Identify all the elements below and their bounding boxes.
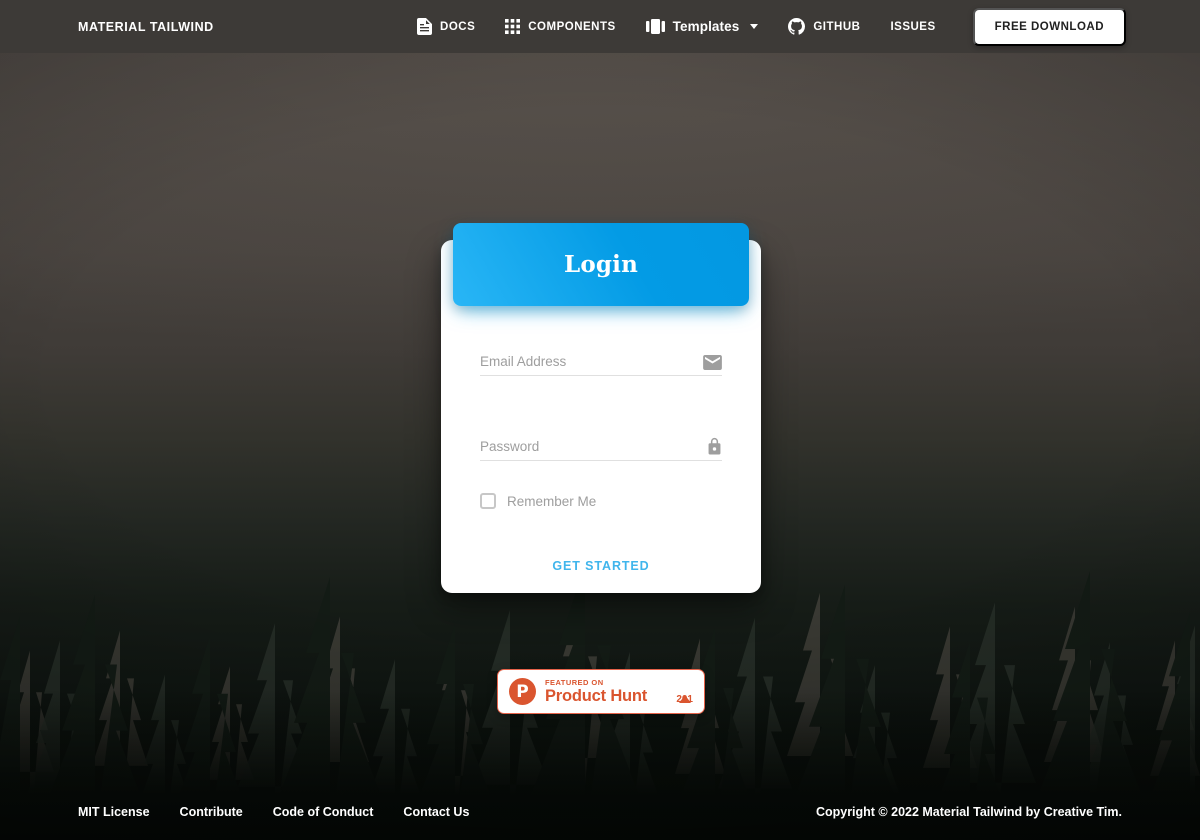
brand-logo[interactable]: MATERIAL TAILWIND [78, 20, 214, 34]
carousel-icon [645, 19, 665, 34]
footer-link-contact-us[interactable]: Contact Us [403, 805, 469, 819]
nav-item-label: ISSUES [890, 20, 936, 33]
remember-me-row[interactable]: Remember Me [480, 493, 722, 509]
free-download-button[interactable]: FREE DOWNLOAD [972, 7, 1126, 46]
login-page: MATERIAL TAILWIND DOCS COMPONENTS Templa… [0, 0, 1200, 840]
login-form: Remember Me GET STARTED [441, 312, 761, 579]
login-card: Login Reme [441, 223, 761, 593]
nav-item-docs[interactable]: DOCS [402, 11, 490, 42]
nav-item-issues[interactable]: ISSUES [875, 14, 950, 40]
product-hunt-logo-icon: P [509, 678, 536, 705]
remember-me-label: Remember Me [507, 493, 597, 509]
product-hunt-text: FEATURED ON Product Hunt [545, 677, 648, 705]
nav-item-label: DOCS [440, 20, 476, 33]
top-navbar: MATERIAL TAILWIND DOCS COMPONENTS Templa… [0, 0, 1200, 53]
upvote-count: 201 [676, 693, 693, 705]
nav-item-label: GITHUB [813, 20, 861, 33]
get-started-button[interactable]: GET STARTED [542, 553, 659, 579]
login-card-header: Login [453, 223, 749, 306]
nav-item-github[interactable]: GITHUB [773, 11, 875, 42]
email-field-row [480, 340, 722, 376]
login-submit-row: GET STARTED [480, 553, 722, 579]
remember-me-checkbox[interactable] [480, 493, 496, 509]
footer-copyright: Copyright © 2022 Material Tailwind by Cr… [815, 805, 1122, 819]
product-hunt-votes[interactable]: 201 [676, 677, 693, 705]
github-icon [788, 18, 806, 35]
password-field[interactable] [480, 439, 722, 460]
grid-icon [505, 19, 521, 34]
email-icon [703, 355, 722, 370]
page-footer: MIT License Contribute Code of Conduct C… [0, 784, 1200, 840]
footer-link-contribute[interactable]: Contribute [180, 805, 243, 819]
product-hunt-name: Product Hunt [545, 687, 648, 705]
lock-icon [707, 437, 722, 455]
footer-link-code-of-conduct[interactable]: Code of Conduct [273, 805, 374, 819]
footer-links: MIT License Contribute Code of Conduct C… [78, 805, 469, 819]
product-hunt-featured-label: FEATURED ON [545, 677, 604, 687]
nav-item-label: COMPONENTS [528, 20, 616, 33]
footer-link-mit-license[interactable]: MIT License [78, 805, 150, 819]
nav-item-label: Templates [672, 19, 740, 34]
nav-item-templates[interactable]: Templates [631, 12, 774, 41]
email-field[interactable] [480, 354, 722, 375]
password-field-row [480, 425, 722, 461]
nav-item-components[interactable]: COMPONENTS [490, 12, 630, 41]
product-hunt-badge[interactable]: P FEATURED ON Product Hunt 201 [497, 669, 705, 714]
chevron-down-icon [750, 24, 759, 29]
document-icon [417, 18, 433, 35]
navbar-menu: DOCS COMPONENTS Templates GITHUB ISSUES … [402, 7, 1126, 46]
page-title: Login [563, 251, 639, 278]
